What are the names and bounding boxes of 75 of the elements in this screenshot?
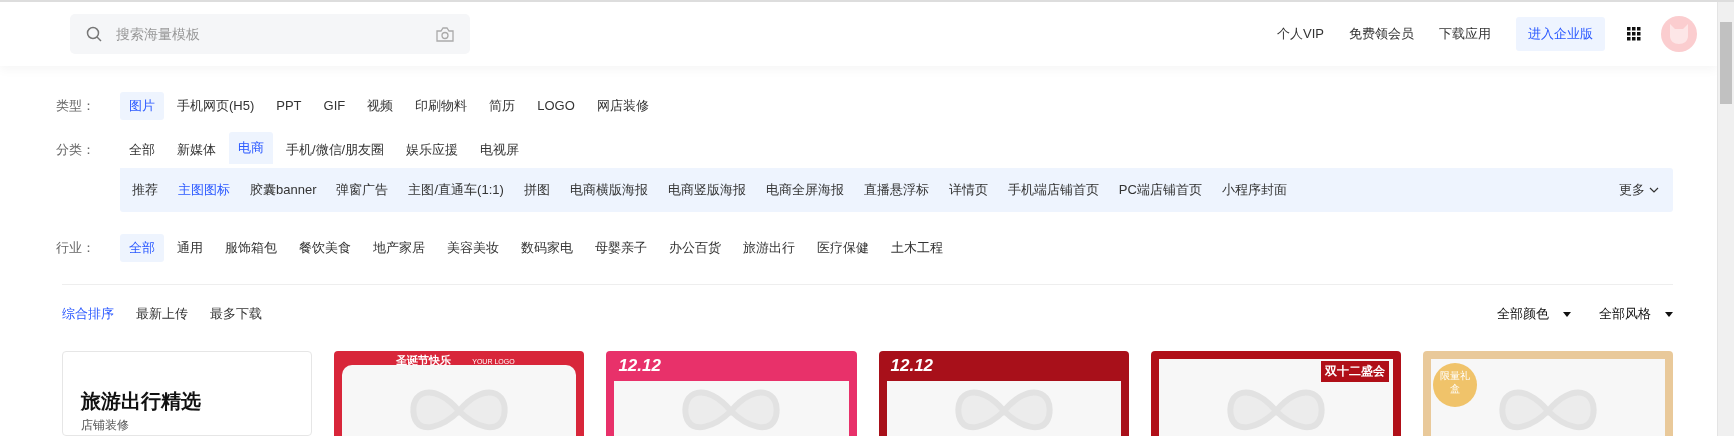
filter-option[interactable]: 简历 bbox=[480, 92, 525, 120]
sort-tab[interactable]: 最新上传 bbox=[136, 305, 188, 323]
filter-option[interactable]: 地产家居 bbox=[364, 234, 434, 262]
filter-dropdown[interactable]: 全部风格 bbox=[1599, 305, 1673, 323]
filter-option[interactable]: 母婴亲子 bbox=[586, 234, 656, 262]
sort-tab[interactable]: 最多下载 bbox=[210, 305, 262, 323]
avatar[interactable] bbox=[1661, 16, 1697, 52]
caret-icon bbox=[1665, 311, 1673, 317]
template-title: 圣诞节快乐 bbox=[396, 353, 452, 368]
filter-dropdown[interactable]: 全部颜色 bbox=[1497, 305, 1571, 323]
filter-option[interactable]: 图片 bbox=[120, 92, 164, 120]
subcategory-option[interactable]: 胶囊banner bbox=[240, 181, 327, 199]
filter-option[interactable]: 娱乐应援 bbox=[397, 136, 468, 164]
enterprise-button[interactable]: 进入企业版 bbox=[1516, 17, 1605, 51]
filter-option[interactable]: 网店装修 bbox=[587, 92, 658, 120]
filter-option[interactable]: GIF bbox=[314, 92, 355, 120]
filter-option[interactable]: 手机/微信/朋友圈 bbox=[277, 136, 394, 164]
subcategory-option[interactable]: 弹窗广告 bbox=[326, 181, 399, 199]
feature-title: 旅游出行精选 bbox=[81, 389, 202, 414]
filter-option[interactable]: 美容美妆 bbox=[438, 234, 508, 262]
subcategory-option[interactable]: 主图图标 bbox=[168, 181, 240, 199]
chevron-down-icon bbox=[1649, 187, 1659, 193]
filter-option[interactable]: 电商 bbox=[229, 132, 273, 164]
filter-option[interactable]: 手机网页(H5) bbox=[168, 92, 264, 120]
subcategory-option[interactable]: 主图/直通车(1:1) bbox=[398, 181, 514, 199]
nav-link[interactable]: 下载应用 bbox=[1439, 25, 1491, 43]
filter-option[interactable]: 医疗保健 bbox=[808, 234, 878, 262]
filter-option[interactable]: 旅游出行 bbox=[734, 234, 804, 262]
filter-label: 行业： bbox=[56, 239, 96, 257]
nav-link[interactable]: 免费领会员 bbox=[1349, 25, 1414, 43]
filter-option[interactable]: 服饰箱包 bbox=[216, 234, 286, 262]
apps-grid-icon[interactable] bbox=[1627, 27, 1641, 41]
subcategory-option[interactable]: 电商竖版海报 bbox=[657, 181, 756, 199]
nav-link[interactable]: 个人VIP bbox=[1277, 25, 1324, 43]
filter-option[interactable]: 餐饮美食 bbox=[290, 234, 360, 262]
camera-icon[interactable] bbox=[436, 26, 454, 42]
feature-card[interactable]: 旅游出行精选 店铺装修 bbox=[62, 351, 313, 436]
filter-label: 分类： bbox=[56, 141, 96, 159]
feature-subtitle: 店铺装修 bbox=[81, 417, 130, 434]
subcategory-option[interactable]: 直播悬浮标 bbox=[853, 181, 939, 199]
search-bar[interactable]: 搜索海量模板 bbox=[70, 14, 470, 54]
filter-option[interactable]: 全部 bbox=[120, 234, 164, 262]
filter-option[interactable]: 土木工程 bbox=[882, 234, 952, 262]
filter-option[interactable]: 新媒体 bbox=[168, 136, 225, 164]
template-card[interactable]: 12.12 bbox=[606, 351, 857, 436]
scrollbar-thumb[interactable] bbox=[1720, 22, 1732, 104]
subcategory-option[interactable]: 电商全屏海报 bbox=[755, 181, 854, 199]
filter-option[interactable]: 视频 bbox=[358, 92, 403, 120]
template-title: 双十二盛会 bbox=[1320, 361, 1389, 382]
filter-option[interactable]: 办公百货 bbox=[660, 234, 730, 262]
more-link[interactable]: 更多 bbox=[1619, 181, 1659, 199]
template-card[interactable]: 双十二盛会 bbox=[1150, 351, 1401, 436]
filter-label: 类型： bbox=[56, 97, 96, 115]
caret-icon bbox=[1563, 311, 1571, 317]
sort-tab[interactable]: 综合排序 bbox=[62, 305, 114, 323]
filter-option[interactable]: PPT bbox=[267, 92, 311, 120]
filter-option[interactable]: 全部 bbox=[120, 136, 164, 164]
subcategory-option[interactable]: 拼图 bbox=[513, 181, 560, 199]
subcategory-option[interactable]: PC端店铺首页 bbox=[1108, 181, 1212, 199]
search-icon bbox=[86, 26, 102, 42]
subcategory-option[interactable]: 详情页 bbox=[938, 181, 998, 199]
subcategory-option[interactable]: 小程序封面 bbox=[1211, 181, 1297, 199]
filter-option[interactable]: 通用 bbox=[168, 234, 212, 262]
cat-icon bbox=[1667, 23, 1691, 45]
filter-option[interactable]: 电视屏 bbox=[471, 136, 529, 164]
template-card[interactable]: 12.12 bbox=[878, 351, 1129, 436]
template-title: 12.12 bbox=[890, 356, 934, 376]
filter-option[interactable]: LOGO bbox=[528, 92, 584, 120]
filter-option[interactable]: 印刷物料 bbox=[406, 92, 477, 120]
subcategory-option[interactable]: 电商横版海报 bbox=[559, 181, 658, 199]
search-field[interactable]: 搜索海量模板 bbox=[114, 25, 424, 43]
subcategory-option[interactable]: 推荐 bbox=[122, 181, 168, 199]
filter-option[interactable]: 数码家电 bbox=[512, 234, 582, 262]
subcategory-option[interactable]: 手机端店铺首页 bbox=[997, 181, 1109, 199]
template-title: 12.12 bbox=[618, 356, 661, 376]
